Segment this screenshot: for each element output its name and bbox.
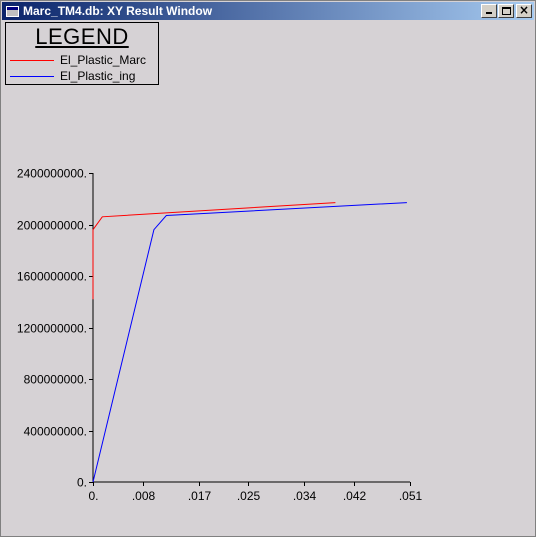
x-tick-label: .017	[188, 489, 212, 503]
x-tick-label: .051	[399, 489, 423, 503]
y-tick-label: 2000000000.	[17, 219, 87, 233]
series-line-el-plastic-marc	[92, 202, 336, 300]
x-tick-label: .042	[343, 489, 367, 503]
series-line-el-plastic-ing	[92, 202, 407, 483]
y-tick-label: 0.	[77, 476, 87, 490]
xy-result-window: Marc_TM4.db: XY Result Window × LEGEND E…	[0, 0, 536, 537]
x-tick-label: .025	[237, 489, 261, 503]
x-tick-label: .008	[132, 489, 156, 503]
xy-plot: 0. 400000000. 800000000. 1200000000. 1600000…	[17, 167, 423, 504]
y-tick-label: 800000000.	[24, 373, 87, 387]
x-tick-label: 0.	[88, 489, 98, 503]
y-tick-label: 1200000000.	[17, 322, 87, 336]
y-tick-label: 2400000000.	[17, 167, 87, 181]
y-tick-label: 1600000000.	[17, 270, 87, 284]
x-tick-label: .034	[293, 489, 317, 503]
y-tick-label: 400000000.	[24, 425, 87, 439]
